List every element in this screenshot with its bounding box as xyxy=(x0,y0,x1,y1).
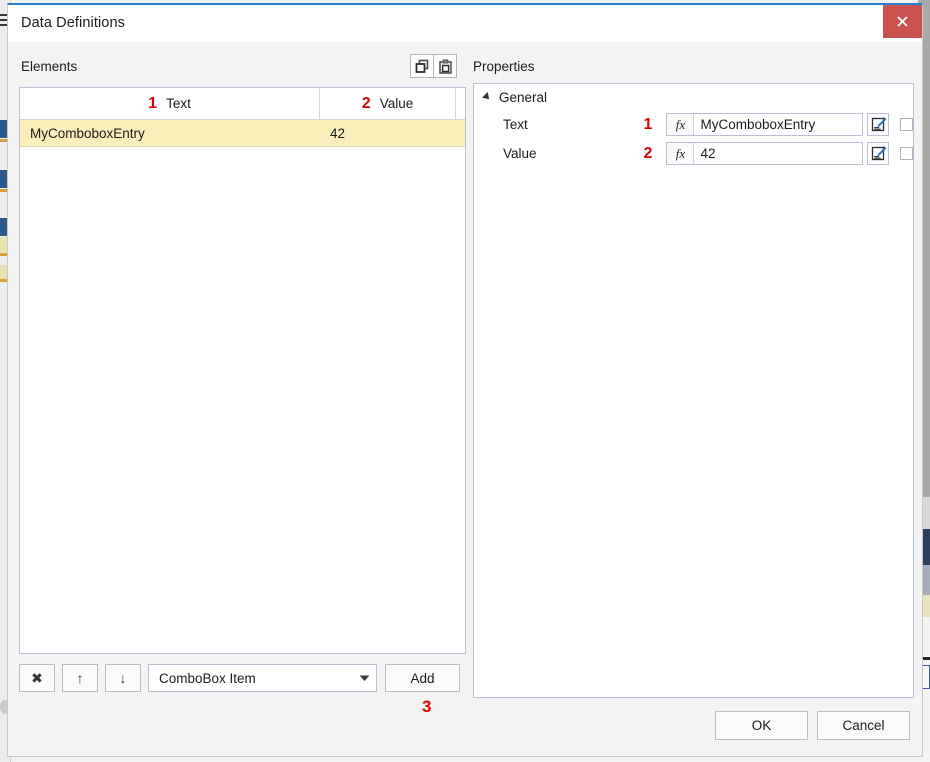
expression-editor-icon xyxy=(871,117,886,132)
cell-text: MyComboboxEntry xyxy=(30,125,145,141)
property-field-text: fx xyxy=(666,113,864,136)
annotation-2-value-property: 2 xyxy=(643,144,653,162)
column-header-value[interactable]: 2 Value xyxy=(320,88,456,119)
cancel-button-label: Cancel xyxy=(842,718,885,733)
delete-element-button[interactable]: ✖ xyxy=(19,664,55,692)
paste-button[interactable] xyxy=(433,55,456,77)
properties-panel: General Text 1 fx MyComboboxEntry Value … xyxy=(473,83,914,698)
data-definitions-dialog: Data Definitions Elements 1 Text 2 Value… xyxy=(7,3,923,757)
property-field-value: fx xyxy=(666,142,864,165)
dialog-body: Elements 1 Text 2 Value MyComboboxEntry … xyxy=(8,42,922,756)
element-type-select[interactable]: ComboBox Item xyxy=(148,664,377,692)
paste-icon xyxy=(438,59,452,74)
ok-button-label: OK xyxy=(751,718,772,733)
dialog-footer: OK Cancel xyxy=(706,711,910,740)
expression-editor-button-value[interactable] xyxy=(867,142,890,165)
element-type-select-value: ComboBox Item xyxy=(159,670,256,686)
caret-expanded-icon[interactable] xyxy=(482,92,492,102)
text-property-checkbox[interactable] xyxy=(900,118,913,131)
value-property-checkbox[interactable] xyxy=(900,147,913,160)
properties-group-general[interactable]: General xyxy=(474,84,913,110)
property-row-value: Value 2 fx xyxy=(474,139,913,168)
fx-button-text[interactable]: fx xyxy=(667,114,695,135)
column-header-text-label: Text xyxy=(166,96,191,111)
expression-editor-button-text[interactable] xyxy=(867,113,890,136)
property-label-value: Value xyxy=(503,146,537,161)
column-header-filler xyxy=(456,88,465,119)
add-button-label: Add xyxy=(410,670,435,686)
close-button[interactable] xyxy=(883,5,922,38)
elements-bottom-toolbar: ✖ ↑ ↓ ComboBox Item Add xyxy=(19,664,460,692)
elements-pane-label: Elements xyxy=(21,59,78,74)
column-header-value-label: Value xyxy=(379,96,414,111)
property-row-text: Text 1 fx xyxy=(474,110,913,139)
annotation-1-text-column: 1 xyxy=(148,94,158,112)
chevron-down-icon xyxy=(359,675,370,681)
value-property-input[interactable] xyxy=(694,143,863,164)
dialog-titlebar: Data Definitions xyxy=(8,5,922,42)
table-row[interactable]: MyComboboxEntry 42 xyxy=(20,120,465,147)
text-property-input[interactable] xyxy=(694,114,863,135)
annotation-3-add-button: 3 xyxy=(422,697,432,716)
annotation-2-value-column: 2 xyxy=(361,94,371,112)
dialog-title: Data Definitions xyxy=(21,15,125,31)
properties-group-general-label: General xyxy=(499,89,548,105)
properties-pane-label: Properties xyxy=(473,59,535,74)
move-up-button[interactable]: ↑ xyxy=(62,664,98,692)
close-icon xyxy=(897,16,908,27)
ok-button[interactable]: OK xyxy=(715,711,808,740)
arrow-up-icon: ↑ xyxy=(76,670,84,686)
column-header-text[interactable]: 1 Text xyxy=(20,88,320,119)
copy-icon xyxy=(415,59,428,73)
elements-grid-header: 1 Text 2 Value xyxy=(20,88,465,120)
property-label-text: Text xyxy=(503,117,528,132)
elements-toolbar-copy-paste xyxy=(410,54,457,78)
annotation-1-text-property: 1 xyxy=(643,115,653,133)
add-button[interactable]: Add xyxy=(385,664,460,692)
cancel-button[interactable]: Cancel xyxy=(817,711,910,740)
elements-grid[interactable]: 1 Text 2 Value MyComboboxEntry 42 xyxy=(19,87,466,654)
cell-value: 42 xyxy=(330,125,346,141)
cross-icon: ✖ xyxy=(31,669,43,686)
move-down-button[interactable]: ↓ xyxy=(105,664,141,692)
fx-button-value[interactable]: fx xyxy=(667,143,695,164)
copy-button[interactable] xyxy=(411,55,433,77)
expression-editor-icon xyxy=(871,146,886,161)
elements-grid-rows: MyComboboxEntry 42 xyxy=(20,120,465,147)
arrow-down-icon: ↓ xyxy=(119,670,127,686)
